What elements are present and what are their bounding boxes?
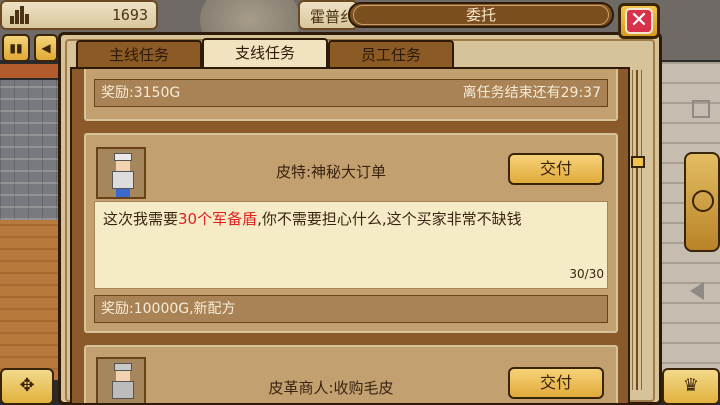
crown-button[interactable]: ♛ — [662, 368, 720, 405]
move-button[interactable]: ✥ — [0, 368, 54, 405]
quest-list[interactable]: 奖励:3150G 离任务结束还有29:37 皮特:神秘大订单 交付 这次我需要3… — [70, 67, 630, 405]
quest-title: 皮革商人:收购毛皮 — [268, 379, 394, 397]
quest-card: 奖励:3150G 离任务结束还有29:37 — [84, 69, 618, 121]
tab-side-quests[interactable]: 支线任务 — [202, 38, 328, 68]
wood-floor — [0, 220, 62, 380]
back-icon[interactable] — [690, 282, 704, 300]
quest-title: 皮特:神秘大订单 — [275, 163, 387, 181]
quest-card: 皮特:神秘大订单 交付 这次我需要30个军备盾,你不需要担心什么,这个买家非常不… — [84, 133, 618, 333]
avatar — [96, 147, 146, 199]
required-item: 30个军备盾 — [178, 210, 258, 228]
close-icon: ✕ — [625, 8, 653, 34]
home-icon — [692, 190, 714, 212]
side-menu-button[interactable] — [684, 152, 720, 252]
building-icon — [10, 6, 30, 24]
speed-button[interactable]: ◀ — [34, 34, 58, 62]
close-button[interactable]: ✕ — [618, 3, 660, 39]
quest-description: 这次我需要30个军备盾,你不需要担心什么,这个买家非常不缺钱 — [94, 201, 608, 289]
time-left-text: 离任务结束还有29:37 — [462, 85, 601, 101]
recent-apps-icon[interactable] — [692, 100, 710, 118]
stone-floor — [0, 80, 62, 220]
tab-staff-quests[interactable]: 员工任务 — [328, 40, 454, 68]
brick-strip — [0, 64, 62, 78]
dialog-title: 委托 — [353, 5, 609, 25]
reward-text: 奖励:3150G — [101, 85, 181, 101]
tab-main-quests[interactable]: 主线任务 — [76, 40, 202, 68]
crown-icon: ♛ — [682, 375, 700, 396]
scrollbar[interactable] — [631, 70, 645, 390]
gold-counter: 1693 — [0, 0, 158, 30]
reward-bar: 奖励:3150G 离任务结束还有29:37 — [94, 79, 608, 107]
pause-button[interactable]: ▮▮ — [2, 34, 30, 62]
dpad-icon: ✥ — [19, 375, 35, 396]
reward-text: 奖励:10000G,新配方 — [101, 301, 236, 317]
quest-card: 皮革商人:收购毛皮 交付 — [84, 345, 618, 403]
quest-progress: 30/30 — [569, 267, 604, 281]
dialog-title-bar: 委托 — [348, 2, 614, 28]
avatar — [96, 357, 146, 403]
gold-value: 1693 — [111, 6, 148, 24]
scroll-thumb[interactable] — [631, 156, 645, 168]
deliver-button[interactable]: 交付 — [508, 153, 604, 185]
deliver-button[interactable]: 交付 — [508, 367, 604, 399]
reward-bar: 奖励:10000G,新配方 — [94, 295, 608, 323]
